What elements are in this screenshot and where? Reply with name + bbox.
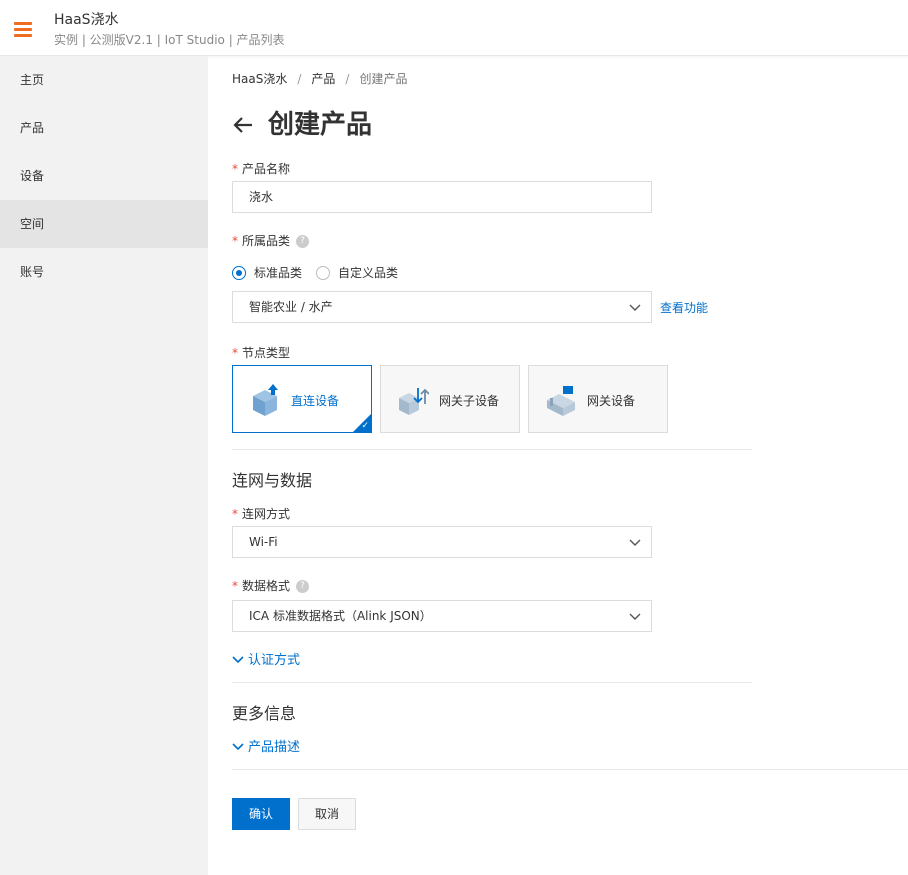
breadcrumb-item-app[interactable]: HaaS浇水	[232, 72, 287, 86]
app-subtitle: 实例 | 公测版V2.1 | IoT Studio | 产品列表	[54, 33, 285, 47]
section-divider	[232, 682, 752, 683]
sidebar: 主页 产品 设备 空间 账号	[0, 56, 208, 875]
chevron-down-icon	[232, 655, 244, 663]
chevron-down-icon	[232, 742, 244, 750]
node-type-label-direct: 直连设备	[291, 394, 340, 408]
data-format-value: ICA 标准数据格式（Alink JSON）	[249, 609, 432, 623]
sidebar-item-spaces[interactable]: 空间	[0, 200, 208, 248]
page-title: 创建产品	[268, 110, 373, 140]
category-select-value: 智能农业 / 水产	[249, 300, 333, 314]
radio-custom-category[interactable]: 自定义品类	[316, 264, 398, 281]
check-icon: ✓	[361, 421, 369, 431]
help-icon[interactable]: ?	[296, 235, 310, 248]
footer-divider	[232, 769, 908, 770]
gateway-subdevice-icon	[399, 388, 429, 415]
product-name-input[interactable]: 浇水	[232, 181, 652, 213]
radio-checked-icon	[232, 265, 246, 280]
network-method-select[interactable]: Wi-Fi	[232, 526, 652, 558]
category-label: * 所属品类?	[232, 232, 310, 249]
node-type-gateway-subdevice[interactable]: 网关子设备	[380, 365, 520, 433]
gateway-device-icon	[547, 386, 575, 416]
top-bar: HaaS浇水 实例 | 公测版V2.1 | IoT Studio | 产品列表	[0, 0, 908, 56]
chevron-down-icon	[629, 539, 641, 546]
category-select[interactable]: 智能农业 / 水产	[232, 291, 652, 323]
radio-standard-category[interactable]: 标准品类	[232, 264, 302, 281]
network-section-title: 连网与数据	[232, 471, 313, 490]
app-title: HaaS浇水	[54, 12, 119, 28]
more-info-section-title: 更多信息	[232, 704, 297, 723]
network-method-value: Wi-Fi	[249, 535, 278, 549]
category-radio-group: 标准品类 自定义品类	[232, 264, 412, 281]
confirm-button[interactable]: 确认	[232, 798, 290, 830]
radio-unchecked-icon	[316, 265, 331, 280]
breadcrumb-item-products[interactable]: 产品	[311, 72, 335, 86]
back-arrow-icon[interactable]	[232, 114, 254, 136]
sidebar-item-products[interactable]: 产品	[0, 104, 208, 152]
network-method-label: * 连网方式	[232, 507, 291, 521]
node-type-direct-device[interactable]: 直连设备 ✓	[232, 365, 372, 433]
node-type-label-subdevice: 网关子设备	[439, 394, 500, 408]
breadcrumb-item-current: 创建产品	[359, 72, 408, 86]
direct-device-icon	[253, 384, 278, 416]
sidebar-item-devices[interactable]: 设备	[0, 152, 208, 200]
cancel-button[interactable]: 取消	[298, 798, 356, 830]
chevron-down-icon	[629, 613, 641, 620]
chevron-down-icon	[629, 304, 641, 311]
data-format-select[interactable]: ICA 标准数据格式（Alink JSON）	[232, 600, 652, 632]
sidebar-item-home[interactable]: 主页	[0, 56, 208, 104]
node-type-label: * 节点类型	[232, 346, 291, 360]
auth-method-expander[interactable]: 认证方式	[232, 649, 300, 668]
section-divider	[232, 449, 752, 450]
product-description-expander[interactable]: 产品描述	[232, 736, 300, 755]
main-content: HaaS浇水 / 产品 / 创建产品 创建产品 * 产品名称 浇水 * 所属品类? 标准品类…	[232, 56, 908, 875]
sidebar-item-account[interactable]: 账号	[0, 248, 208, 296]
data-format-label: * 数据格式?	[232, 577, 310, 594]
view-features-link[interactable]: 查看功能	[660, 299, 708, 316]
menu-icon[interactable]	[14, 22, 32, 37]
node-type-gateway-device[interactable]: 网关设备	[528, 365, 668, 433]
node-type-label-gateway: 网关设备	[587, 394, 636, 408]
breadcrumb: HaaS浇水 / 产品 / 创建产品	[232, 72, 408, 86]
help-icon[interactable]: ?	[296, 580, 310, 593]
product-name-label: * 产品名称	[232, 162, 291, 176]
